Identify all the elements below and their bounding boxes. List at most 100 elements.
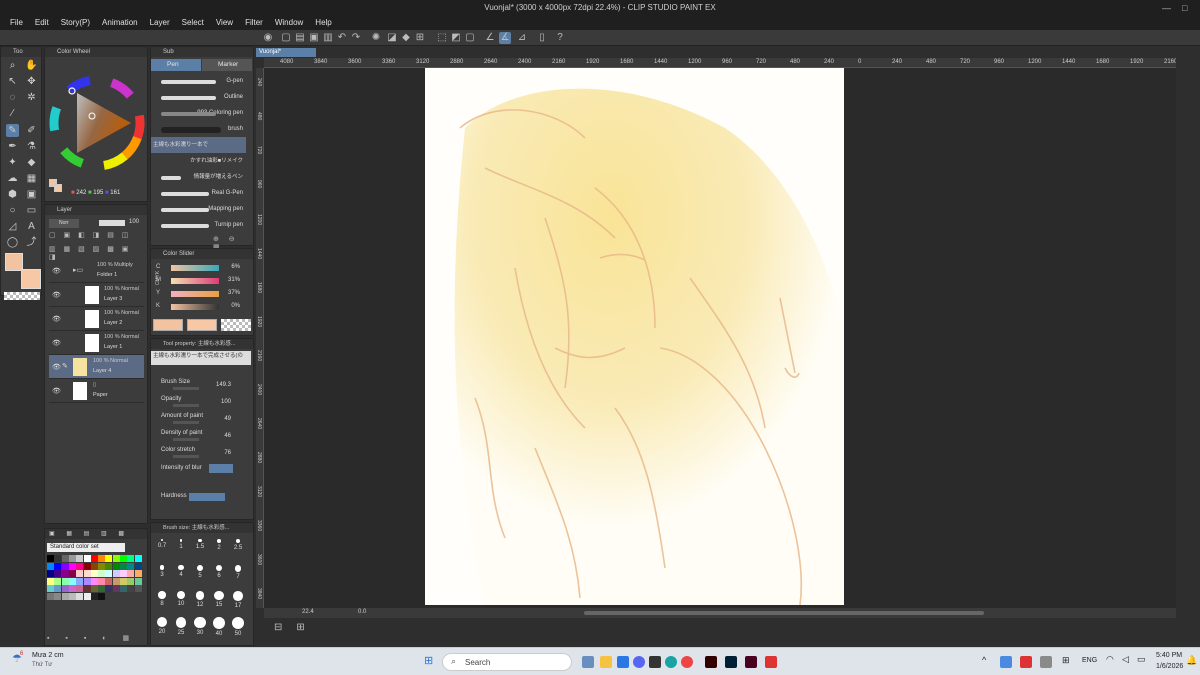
app-icon[interactable] [649, 656, 661, 668]
color-slider-tab[interactable]: Color Slider [151, 249, 253, 259]
color-swatch[interactable] [47, 592, 54, 600]
menu-view[interactable]: View [210, 16, 239, 30]
grid-icon[interactable]: ▦ [25, 172, 38, 185]
layer-settings-row[interactable]: ▢ ▣ ◧ ◨ ▤ ◫ [49, 231, 145, 241]
brush-size-option[interactable]: 3 [153, 565, 171, 578]
color-swatch[interactable] [68, 592, 76, 600]
figure-icon[interactable]: ○ [6, 204, 19, 217]
sub-tool-tab[interactable]: Sub [151, 47, 253, 57]
eye-icon[interactable]: 👁 [52, 339, 61, 347]
color-swatch[interactable] [134, 577, 142, 585]
color-swatch[interactable] [83, 555, 91, 562]
brush-item[interactable]: Turnip pen [151, 217, 246, 233]
color-swatch[interactable] [47, 555, 54, 562]
menu-window[interactable]: Window [269, 16, 309, 30]
color-swatch[interactable] [120, 577, 127, 585]
color-slider-transparent-swatch[interactable] [221, 319, 251, 331]
export-icon[interactable]: ▥ [322, 32, 334, 44]
color-swatch[interactable] [47, 585, 54, 592]
color-swatch[interactable] [47, 570, 54, 577]
color-swatch[interactable] [98, 555, 106, 562]
lasso-icon[interactable]: ◌ [6, 91, 19, 104]
color-swatch[interactable] [68, 577, 76, 585]
photoshop-icon[interactable] [725, 656, 737, 668]
color-swatch[interactable] [105, 585, 113, 592]
color-swatch[interactable] [76, 555, 84, 562]
brush-item[interactable]: 993 Coloring pen [151, 105, 246, 121]
search-box[interactable]: ⌕ Search [442, 653, 572, 671]
color-stretch-prop[interactable]: Color stretch 76 [159, 447, 239, 463]
color-swatch[interactable] [112, 562, 120, 570]
brush-item-selected[interactable]: 主線も水彩濡り一本で [151, 137, 246, 153]
color-swatch[interactable] [134, 555, 142, 562]
color-swatch[interactable] [54, 592, 62, 600]
color-swatch[interactable] [76, 562, 84, 570]
brush-size-option[interactable]: 25 [172, 617, 190, 636]
decoration-icon[interactable]: ✦ [6, 156, 19, 169]
brush-size-option[interactable]: 20 [153, 617, 171, 635]
color-set-tabs[interactable]: ▣ ▦ ▤ ▥ ▩ [45, 529, 147, 539]
color-swatch[interactable] [61, 562, 69, 570]
ruler-icon[interactable]: ◿ [6, 220, 19, 233]
brush-size-option[interactable]: 2 [210, 539, 228, 551]
density-of-paint-prop[interactable]: Density of paint 46 [159, 430, 239, 446]
color-swatch[interactable] [83, 585, 91, 592]
blend-mode-select[interactable]: Norr [49, 219, 79, 228]
color-swatch[interactable] [90, 592, 98, 600]
layer-row[interactable]: 👁 100 % Normal Layer 2 [49, 307, 144, 331]
pencil-icon[interactable]: ✐ [25, 124, 38, 137]
tab-marker[interactable]: Marker [202, 59, 252, 71]
brush-size-option[interactable]: 40 [210, 617, 228, 637]
language-indicator[interactable]: ENG [1082, 657, 1097, 664]
indesign-icon[interactable] [745, 656, 757, 668]
color-swatch[interactable] [54, 562, 62, 570]
color-swatch[interactable] [76, 592, 84, 600]
intensity-of-blur-prop[interactable]: Intensity of blur [159, 464, 239, 481]
brush-size-option[interactable]: 7 [229, 565, 247, 580]
color-swatch[interactable] [105, 555, 113, 562]
eye-icon[interactable]: 👁 [52, 363, 61, 371]
menu-edit[interactable]: Edit [29, 16, 55, 30]
color-wheel-tab[interactable]: Color Wheel [45, 47, 147, 57]
menu-layer[interactable]: Layer [144, 16, 176, 30]
move-icon[interactable]: ✥ [25, 75, 38, 88]
color-swatch[interactable] [61, 570, 69, 577]
clock-time[interactable]: 5:40 PM [1156, 652, 1182, 659]
color-swatch[interactable] [112, 585, 120, 592]
color-swatch[interactable] [68, 562, 76, 570]
menu-filter[interactable]: Filter [239, 16, 269, 30]
color-swatch[interactable] [47, 562, 54, 570]
menu-animation[interactable]: Animation [96, 16, 144, 30]
color-swatch[interactable] [105, 570, 113, 577]
color-swatch[interactable] [120, 555, 127, 562]
weather-temp[interactable]: Mưa 2 cm [32, 652, 64, 659]
horizontal-scrollbar[interactable] [584, 611, 984, 615]
maximize-icon[interactable]: □ [1182, 0, 1187, 16]
text-icon[interactable]: A [25, 220, 38, 233]
color-swatch[interactable] [112, 577, 120, 585]
color-swatch[interactable] [105, 562, 113, 570]
operation-icon[interactable]: ↖ [6, 75, 19, 88]
brush-size-option[interactable]: 15 [210, 591, 228, 608]
new-file-icon[interactable]: ▢ [280, 32, 292, 44]
brush-size-option[interactable]: 50 [229, 617, 247, 637]
color-swatch[interactable] [76, 570, 84, 577]
color-swatch[interactable] [54, 570, 62, 577]
illustrator-icon[interactable] [705, 656, 717, 668]
slider-m[interactable]: M 31% [156, 276, 244, 289]
color-wheel[interactable] [49, 61, 145, 185]
clip-icon[interactable]: ▯ [536, 32, 548, 44]
brush-size-option[interactable]: 12 [191, 591, 209, 608]
slider-y[interactable]: Y 37% [156, 289, 244, 302]
tray-pen-icon[interactable] [1040, 656, 1052, 668]
save-icon[interactable]: ▣ [308, 32, 320, 44]
color-swatch[interactable] [112, 570, 120, 577]
battery-icon[interactable]: ▭ [1137, 654, 1146, 665]
brush-size-option[interactable]: 17 [229, 591, 247, 609]
redo-icon[interactable]: ↷ [350, 32, 362, 44]
tray-network-icon[interactable]: ⊞ [1062, 655, 1070, 666]
color-swatch[interactable] [90, 555, 98, 562]
store-icon[interactable] [617, 656, 629, 668]
color-swatch[interactable] [83, 577, 91, 585]
color-swatch[interactable] [127, 577, 135, 585]
